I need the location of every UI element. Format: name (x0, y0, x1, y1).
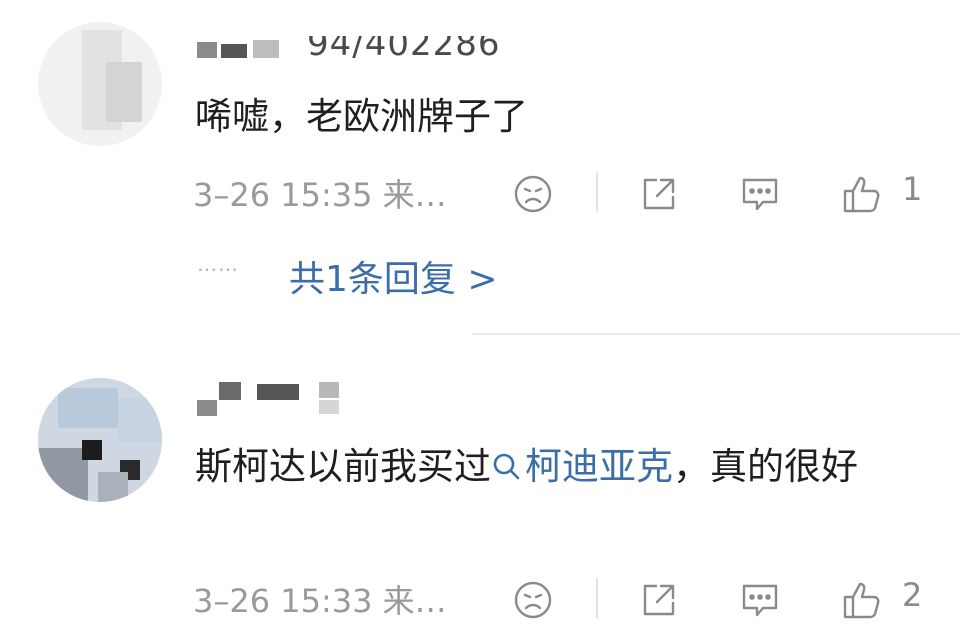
avatar[interactable] (38, 22, 162, 146)
like-count: 2 (902, 576, 923, 614)
topic-tag-link[interactable]: 柯迪亚克 (491, 445, 673, 488)
comment-icon[interactable] (738, 172, 782, 216)
view-replies-link[interactable]: 共1条回复 > (289, 250, 498, 302)
comment-text: 斯柯达以前我买过 柯迪亚克，真的很好 (195, 438, 925, 496)
search-icon (491, 451, 521, 481)
avatar[interactable] (38, 378, 162, 502)
share-icon[interactable] (637, 172, 681, 216)
divider (596, 578, 598, 618)
comment-meta-bar: 3–26 15:33 来… 2 (0, 572, 960, 622)
divider (596, 172, 598, 212)
username-text: 94/402286 (307, 24, 501, 64)
like-count: 1 (902, 170, 923, 208)
timestamp-source: 3–26 15:33 来… (193, 582, 447, 620)
sad-face-icon[interactable] (511, 578, 555, 622)
replies-dots: …… (197, 252, 239, 276)
comment-text: 唏嘘，老欧洲牌子了 (195, 95, 528, 138)
thumbs-up-icon[interactable] (840, 172, 884, 216)
comment-item-2: 斯柯达以前我买过 柯迪亚克，真的很好 3–26 15:33 来… 2 (0, 336, 960, 627)
comment-icon[interactable] (738, 578, 782, 622)
comment-text-part: ，真的很好 (673, 445, 858, 488)
comment-item-1: 94/402286 唏嘘，老欧洲牌子了 3–26 15:35 来… 1 …… 共… (0, 0, 960, 335)
share-icon[interactable] (637, 578, 681, 622)
sad-face-icon[interactable] (511, 172, 555, 216)
topic-tag-text: 柯迪亚克 (525, 445, 673, 488)
thumbs-up-icon[interactable] (840, 578, 884, 622)
comment-separator (472, 333, 960, 335)
comment-meta-bar: 3–26 15:35 来… 1 (0, 166, 960, 216)
comment-text-part: 斯柯达以前我买过 (195, 445, 491, 488)
timestamp-source: 3–26 15:35 来… (193, 176, 447, 214)
